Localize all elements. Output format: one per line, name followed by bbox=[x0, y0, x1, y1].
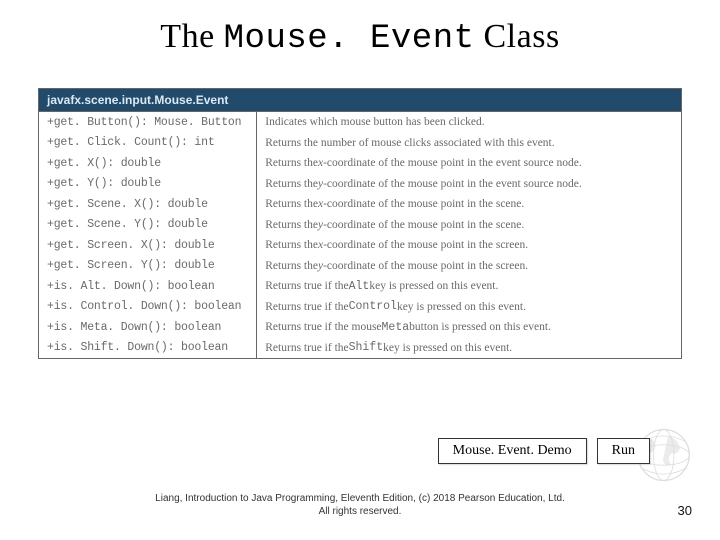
uml-method: +is. Shift. Down(): boolean bbox=[39, 338, 256, 359]
uml-method: +is. Meta. Down(): boolean bbox=[39, 317, 256, 338]
uml-method: +is. Control. Down(): boolean bbox=[39, 297, 256, 318]
uml-method: +get. Screen. Y(): double bbox=[39, 256, 256, 277]
title-mono: Mouse. Event bbox=[224, 20, 475, 58]
footnote-line2: All rights reserved. bbox=[319, 506, 402, 517]
uml-description: Returns true if the Shift key is pressed… bbox=[257, 338, 681, 359]
slide-title: The Mouse. Event Class bbox=[30, 18, 690, 58]
uml-description: Returns the x-coordinate of the mouse po… bbox=[257, 153, 681, 174]
uml-method: +get. Button(): Mouse. Button bbox=[39, 112, 256, 133]
run-button[interactable]: Run bbox=[597, 438, 650, 464]
uml-description: Returns the x-coordinate of the mouse po… bbox=[257, 194, 681, 215]
uml-body: +get. Button(): Mouse. Button+get. Click… bbox=[39, 112, 681, 358]
button-row: Mouse. Event. Demo Run bbox=[438, 438, 650, 464]
uml-class-box: javafx.scene.input.Mouse.Event +get. But… bbox=[38, 88, 682, 359]
uml-description: Returns the y-coordinate of the mouse po… bbox=[257, 174, 681, 195]
uml-method: +get. Screen. X(): double bbox=[39, 235, 256, 256]
copyright-footnote: Liang, Introduction to Java Programming,… bbox=[0, 492, 720, 518]
uml-descriptions-column: Indicates which mouse button has been cl… bbox=[257, 112, 681, 358]
uml-description: Returns true if the Alt key is pressed o… bbox=[257, 276, 681, 297]
footer-area: Mouse. Event. Demo Run Liang, Introducti… bbox=[0, 420, 720, 540]
demo-button[interactable]: Mouse. Event. Demo bbox=[438, 438, 587, 464]
uml-method: +get. Click. Count(): int bbox=[39, 133, 256, 154]
uml-methods-column: +get. Button(): Mouse. Button+get. Click… bbox=[39, 112, 257, 358]
uml-description: Returns true if the Control key is press… bbox=[257, 297, 681, 318]
uml-description: Returns the number of mouse clicks assoc… bbox=[257, 133, 681, 154]
uml-description: Returns true if the mouse Meta button is… bbox=[257, 317, 681, 338]
title-suffix: Class bbox=[475, 18, 560, 55]
uml-class-header: javafx.scene.input.Mouse.Event bbox=[39, 89, 681, 112]
page-number: 30 bbox=[678, 503, 692, 518]
uml-description: Returns the x-coordinate of the mouse po… bbox=[257, 235, 681, 256]
uml-method: +get. X(): double bbox=[39, 153, 256, 174]
uml-method: +get. Scene. X(): double bbox=[39, 194, 256, 215]
uml-description: Indicates which mouse button has been cl… bbox=[257, 112, 681, 133]
uml-method: +get. Y(): double bbox=[39, 174, 256, 195]
footnote-line1: Liang, Introduction to Java Programming,… bbox=[155, 493, 565, 504]
uml-description: Returns the y-coordinate of the mouse po… bbox=[257, 215, 681, 236]
uml-method: +is. Alt. Down(): boolean bbox=[39, 276, 256, 297]
uml-description: Returns the y-coordinate of the mouse po… bbox=[257, 256, 681, 277]
title-prefix: The bbox=[160, 18, 223, 55]
uml-method: +get. Scene. Y(): double bbox=[39, 215, 256, 236]
